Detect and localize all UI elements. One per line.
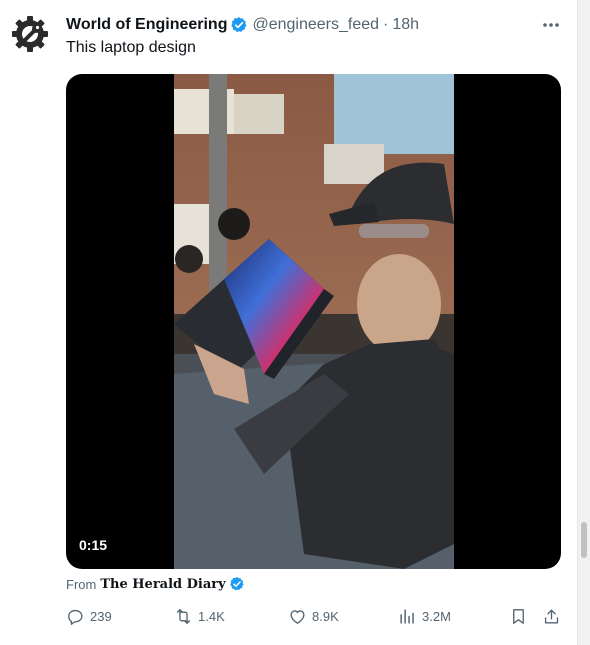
views-count: 3.2M: [422, 609, 451, 624]
source-prefix: From: [66, 576, 97, 592]
author-handle[interactable]: @engineers_feed: [252, 16, 379, 34]
more-icon: [543, 23, 559, 27]
repost-button[interactable]: 1.4K: [174, 607, 225, 626]
verified-badge-icon: [231, 17, 247, 33]
author-name[interactable]: World of Engineering: [66, 16, 227, 34]
share-icon: [544, 609, 559, 624]
reply-icon: [68, 609, 83, 625]
tweet-card[interactable]: World of Engineering @engineers_feed · 1…: [0, 0, 578, 645]
video-duration: 0:15: [79, 537, 108, 553]
repost-count: 1.4K: [198, 609, 225, 624]
share-button[interactable]: [542, 607, 561, 631]
views-button[interactable]: 3.2M: [398, 607, 451, 626]
tweet-text: This laptop design: [66, 39, 196, 56]
tweet-header: World of Engineering @engineers_feed · 1…: [66, 14, 552, 36]
reply-count: 239: [90, 609, 112, 624]
media-source: From The Herald Diary: [66, 576, 249, 592]
bookmark-icon: [513, 609, 524, 624]
bookmark-button[interactable]: [509, 607, 528, 631]
video-frame: [174, 74, 454, 569]
action-bar: 239 1.4K 8.9K 3.2M: [66, 607, 561, 631]
heart-icon: [290, 610, 305, 624]
video-player[interactable]: 0:15: [66, 74, 561, 569]
timestamp[interactable]: 18h: [392, 16, 419, 34]
scrollbar[interactable]: [577, 0, 590, 645]
avatar[interactable]: [10, 14, 50, 54]
scrollbar-thumb[interactable]: [581, 522, 587, 558]
verified-badge-icon: [229, 577, 244, 591]
like-count: 8.9K: [312, 609, 339, 624]
reply-button[interactable]: 239: [66, 607, 112, 626]
like-button[interactable]: 8.9K: [288, 607, 339, 626]
separator-dot: ·: [383, 16, 389, 33]
more-button[interactable]: [540, 14, 562, 36]
gear-logo-icon: [12, 16, 48, 52]
source-publisher[interactable]: The Herald Diary: [100, 577, 225, 592]
repost-icon: [176, 609, 191, 624]
views-icon: [400, 609, 414, 624]
